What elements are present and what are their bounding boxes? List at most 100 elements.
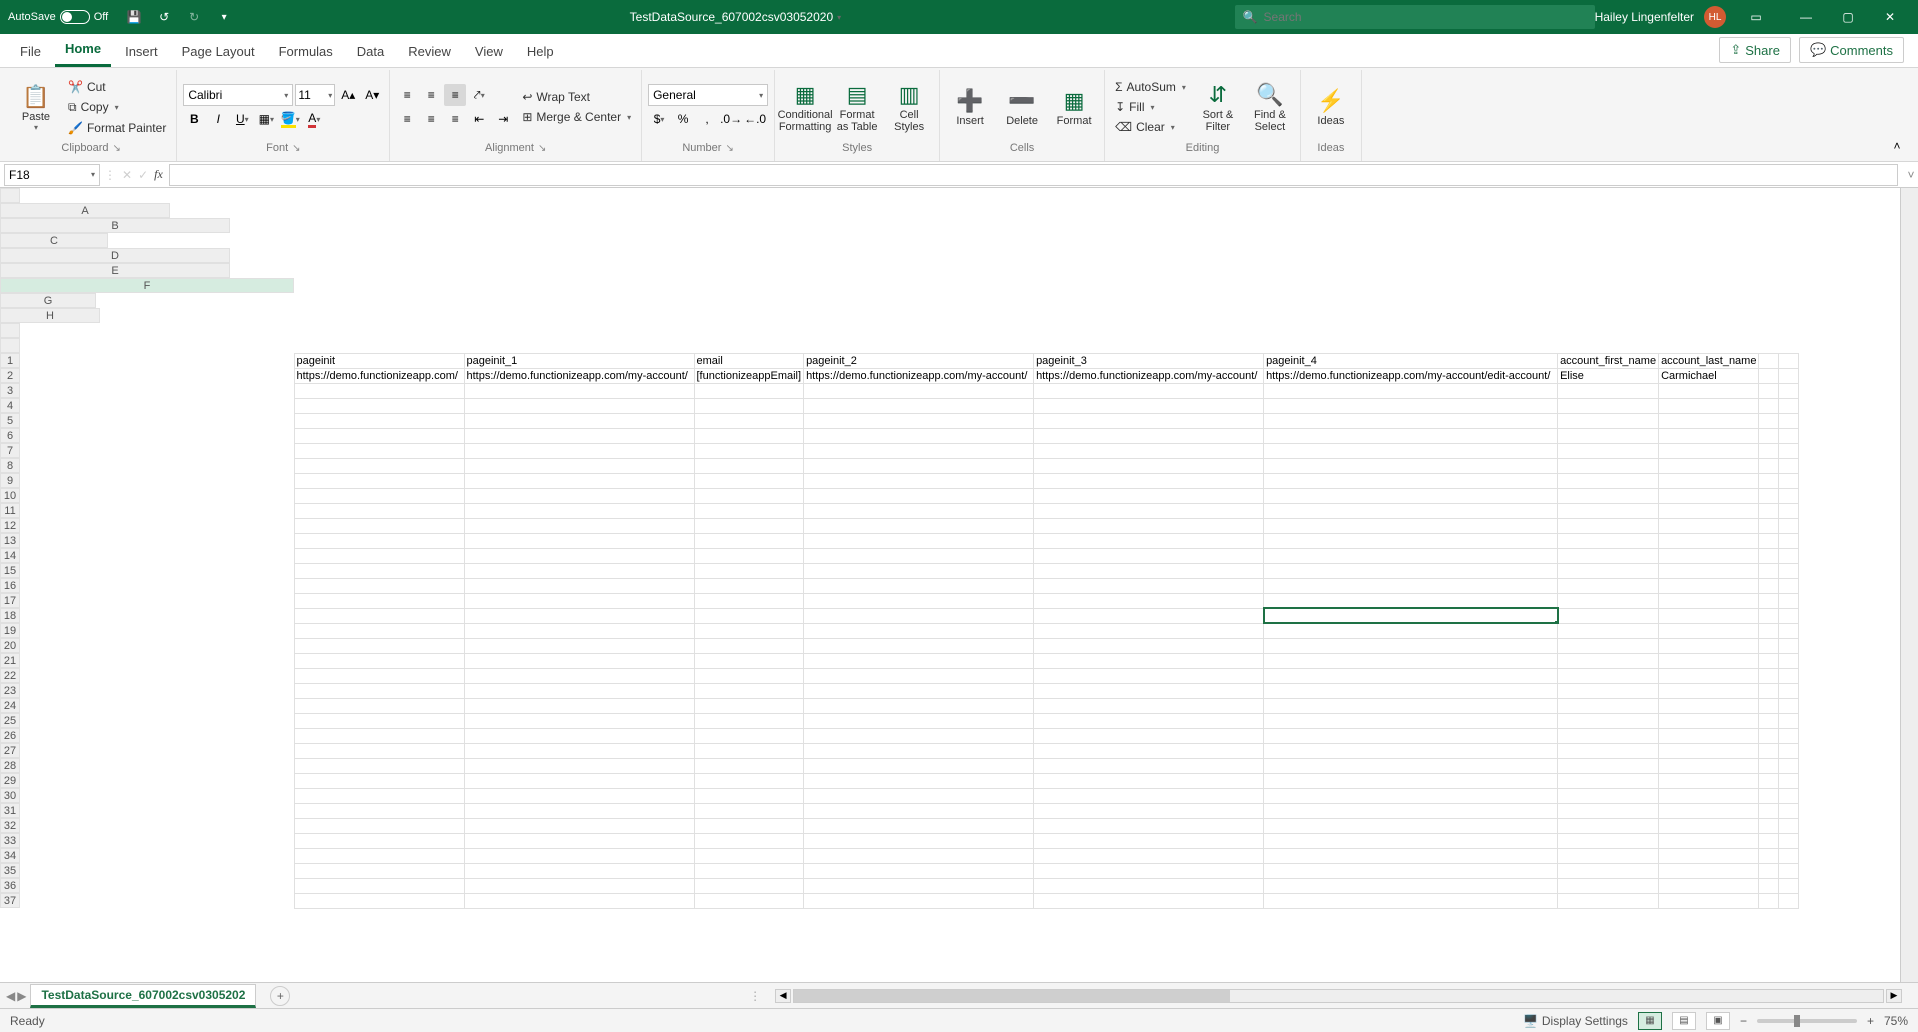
cell[interactable]: email bbox=[694, 353, 804, 368]
horizontal-scrollbar[interactable]: ◀ ▶ bbox=[775, 989, 1902, 1003]
cell[interactable] bbox=[1659, 608, 1759, 623]
close-icon[interactable]: ✕ bbox=[1870, 4, 1910, 30]
display-settings-button[interactable]: 🖥️Display Settings bbox=[1523, 1014, 1628, 1028]
cell[interactable] bbox=[804, 668, 1034, 683]
cell[interactable] bbox=[1558, 398, 1659, 413]
cell[interactable] bbox=[1558, 638, 1659, 653]
cell[interactable] bbox=[1659, 473, 1759, 488]
cell[interactable] bbox=[1034, 398, 1264, 413]
cell[interactable] bbox=[1264, 833, 1558, 848]
align-center-icon[interactable]: ≡ bbox=[420, 108, 442, 130]
wrap-text-button[interactable]: ↩Wrap Text bbox=[518, 88, 635, 106]
cell[interactable] bbox=[1264, 818, 1558, 833]
cell[interactable] bbox=[804, 398, 1034, 413]
cell[interactable] bbox=[294, 698, 464, 713]
cell[interactable] bbox=[294, 848, 464, 863]
row-header[interactable]: 18 bbox=[0, 608, 20, 623]
cell[interactable] bbox=[1659, 698, 1759, 713]
cell[interactable] bbox=[294, 668, 464, 683]
cell[interactable] bbox=[1034, 878, 1264, 893]
cell[interactable] bbox=[1034, 578, 1264, 593]
cell[interactable] bbox=[694, 773, 804, 788]
cell[interactable] bbox=[294, 503, 464, 518]
cell[interactable] bbox=[294, 728, 464, 743]
cell[interactable] bbox=[694, 818, 804, 833]
cell[interactable] bbox=[1264, 848, 1558, 863]
format-painter-button[interactable]: 🖌️Format Painter bbox=[64, 119, 170, 137]
cell[interactable] bbox=[1558, 533, 1659, 548]
cell[interactable] bbox=[1558, 833, 1659, 848]
row-header[interactable]: 21 bbox=[0, 653, 20, 668]
zoom-slider[interactable] bbox=[1757, 1019, 1857, 1023]
cell[interactable]: pageinit_4 bbox=[1264, 353, 1558, 368]
row-header[interactable]: 1 bbox=[0, 353, 20, 368]
cell[interactable] bbox=[694, 878, 804, 893]
cell[interactable] bbox=[294, 893, 464, 908]
cell[interactable] bbox=[294, 743, 464, 758]
cell[interactable] bbox=[694, 503, 804, 518]
cell[interactable] bbox=[804, 698, 1034, 713]
cell[interactable] bbox=[804, 503, 1034, 518]
cell[interactable] bbox=[464, 398, 694, 413]
scroll-left-icon[interactable]: ◀ bbox=[775, 989, 791, 1003]
grid-table[interactable]: ABCDEFGH1pageinitpageinit_1emailpageinit… bbox=[0, 188, 1799, 909]
cell[interactable] bbox=[804, 803, 1034, 818]
cell[interactable] bbox=[804, 548, 1034, 563]
cell[interactable] bbox=[1659, 638, 1759, 653]
row-header[interactable]: 31 bbox=[0, 803, 20, 818]
cell[interactable] bbox=[1264, 758, 1558, 773]
cell[interactable] bbox=[464, 773, 694, 788]
cell[interactable] bbox=[464, 383, 694, 398]
row-header[interactable]: 4 bbox=[0, 398, 20, 413]
cell[interactable] bbox=[1264, 713, 1558, 728]
cell[interactable] bbox=[694, 863, 804, 878]
cell[interactable] bbox=[294, 578, 464, 593]
column-header-D[interactable]: D bbox=[0, 248, 230, 263]
cell[interactable] bbox=[464, 443, 694, 458]
cell[interactable] bbox=[1558, 443, 1659, 458]
cell[interactable] bbox=[1558, 593, 1659, 608]
cell[interactable] bbox=[1264, 728, 1558, 743]
cell[interactable] bbox=[694, 758, 804, 773]
cell[interactable] bbox=[1264, 893, 1558, 908]
cell[interactable] bbox=[694, 743, 804, 758]
cell[interactable] bbox=[1659, 533, 1759, 548]
cell[interactable] bbox=[694, 383, 804, 398]
cell[interactable] bbox=[1264, 428, 1558, 443]
cell[interactable] bbox=[1659, 683, 1759, 698]
cell[interactable] bbox=[694, 593, 804, 608]
cell[interactable] bbox=[694, 488, 804, 503]
cell[interactable] bbox=[294, 758, 464, 773]
cell[interactable] bbox=[1264, 803, 1558, 818]
cell[interactable] bbox=[1034, 833, 1264, 848]
cell[interactable] bbox=[464, 638, 694, 653]
cell[interactable] bbox=[1558, 863, 1659, 878]
row-header[interactable]: 14 bbox=[0, 548, 20, 563]
vertical-scrollbar[interactable] bbox=[1900, 188, 1918, 982]
cell[interactable] bbox=[1558, 488, 1659, 503]
cell[interactable] bbox=[694, 683, 804, 698]
cell[interactable] bbox=[1659, 518, 1759, 533]
cell[interactable] bbox=[464, 623, 694, 638]
cell[interactable] bbox=[1034, 713, 1264, 728]
insert-function-icon[interactable]: fx bbox=[154, 167, 163, 182]
cell[interactable] bbox=[464, 458, 694, 473]
row-header[interactable]: 13 bbox=[0, 533, 20, 548]
cell[interactable] bbox=[1264, 683, 1558, 698]
cell[interactable] bbox=[1034, 383, 1264, 398]
align-top-icon[interactable]: ≡ bbox=[396, 84, 418, 106]
row-header[interactable]: 26 bbox=[0, 728, 20, 743]
number-format-select[interactable]: General▾ bbox=[648, 84, 768, 106]
column-header-G[interactable]: G bbox=[0, 293, 96, 308]
tab-formulas[interactable]: Formulas bbox=[269, 36, 343, 67]
ideas-button[interactable]: ⚡Ideas bbox=[1307, 74, 1355, 140]
cell[interactable] bbox=[1034, 863, 1264, 878]
find-select-button[interactable]: 🔍Find & Select bbox=[1246, 74, 1294, 140]
cell[interactable] bbox=[464, 713, 694, 728]
cell[interactable] bbox=[1558, 458, 1659, 473]
cell[interactable] bbox=[1034, 563, 1264, 578]
row-header[interactable]: 19 bbox=[0, 623, 20, 638]
cell[interactable] bbox=[694, 653, 804, 668]
cell[interactable] bbox=[1558, 698, 1659, 713]
cell[interactable] bbox=[1264, 668, 1558, 683]
